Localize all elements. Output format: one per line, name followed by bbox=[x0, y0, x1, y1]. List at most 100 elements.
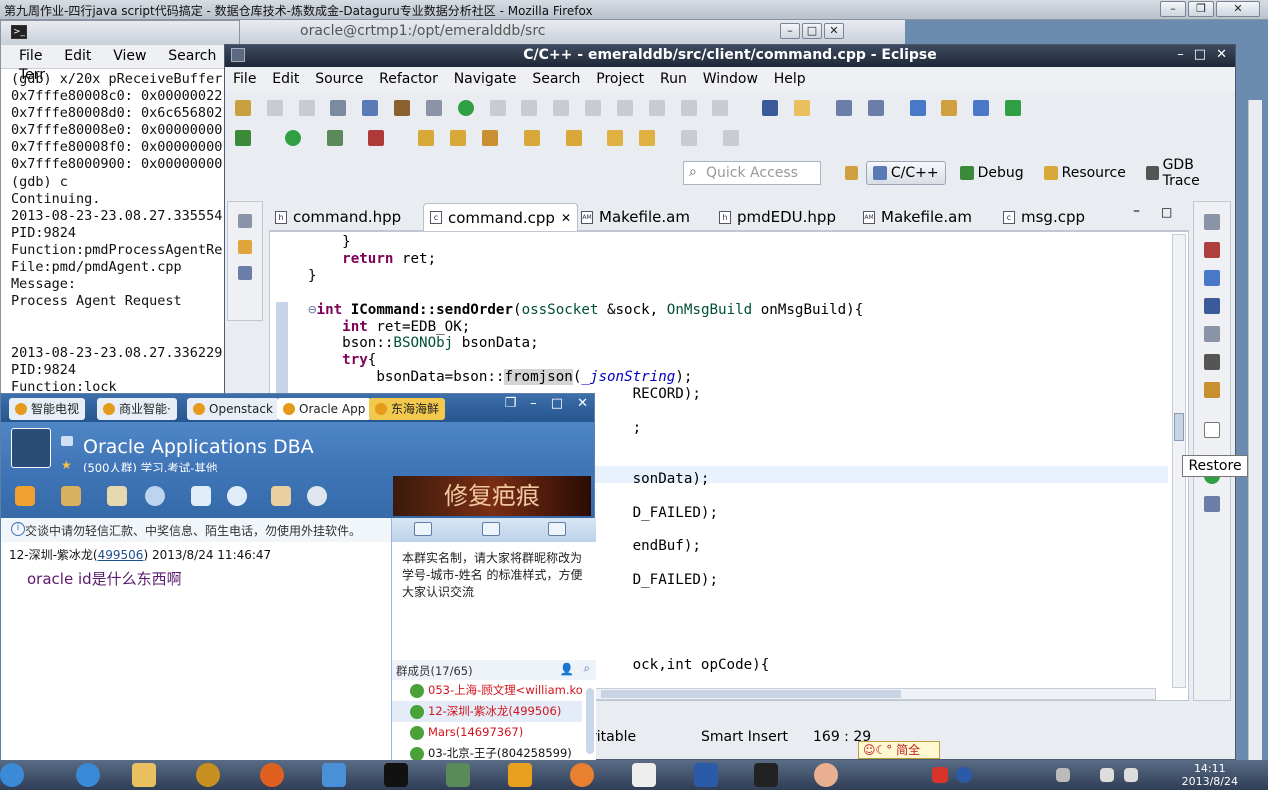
sidebar-tab-list-icon[interactable] bbox=[482, 522, 500, 536]
terminal-taskbar-icon[interactable] bbox=[754, 763, 778, 787]
group-avatar[interactable] bbox=[11, 428, 51, 468]
sidebar-tab-members-icon[interactable] bbox=[414, 522, 432, 536]
restore-icon[interactable]: ❐ bbox=[1188, 1, 1214, 17]
word-icon[interactable] bbox=[694, 763, 718, 787]
qq-restore-icon[interactable]: ❐ bbox=[505, 396, 517, 411]
group-files-icon[interactable] bbox=[61, 486, 81, 506]
member-search-icon[interactable]: ⌕ bbox=[584, 661, 590, 676]
build-hammer-icon[interactable] bbox=[394, 100, 411, 116]
menu-project[interactable]: Project bbox=[596, 71, 644, 87]
open-project-icon[interactable] bbox=[450, 130, 467, 146]
maximize-editor-icon[interactable]: □ bbox=[1161, 205, 1172, 219]
member-item[interactable]: 12-深圳-紫冰龙(499506) bbox=[392, 701, 582, 722]
minimize-icon[interactable]: – bbox=[1160, 1, 1186, 17]
eclipse-minimize-icon[interactable]: – bbox=[1177, 47, 1184, 62]
tab-msg-cpp[interactable]: c msg.cpp bbox=[997, 203, 1091, 231]
open-folder-icon[interactable] bbox=[418, 130, 435, 146]
network-icon[interactable] bbox=[1056, 768, 1070, 782]
instruction-step-icon[interactable] bbox=[712, 100, 729, 116]
ie-icon[interactable] bbox=[76, 763, 100, 787]
outlook-icon[interactable] bbox=[508, 763, 532, 787]
group-activity-icon[interactable] bbox=[191, 486, 211, 506]
step-over-icon[interactable] bbox=[648, 100, 665, 116]
group-home-icon[interactable] bbox=[15, 486, 35, 506]
prev-annotation-icon[interactable] bbox=[565, 130, 582, 146]
tab-command-hpp[interactable]: h command.hpp bbox=[269, 203, 407, 231]
perspective-resource[interactable]: Resource bbox=[1038, 162, 1132, 184]
save-icon[interactable] bbox=[266, 100, 283, 116]
save-all-icon[interactable] bbox=[298, 100, 315, 116]
run-icon[interactable] bbox=[457, 100, 474, 116]
editor-scroll-thumb[interactable] bbox=[1174, 413, 1184, 441]
tab-pmdedu-hpp[interactable]: h pmdEDU.hpp bbox=[713, 203, 842, 231]
menu-file[interactable]: File bbox=[233, 71, 256, 87]
member-list-scrollbar[interactable] bbox=[586, 688, 594, 754]
console-icon[interactable] bbox=[1204, 298, 1220, 314]
system-clock[interactable]: 14:11 2013/8/24 bbox=[1182, 762, 1238, 788]
terminal-maximize-icon[interactable]: □ bbox=[802, 23, 822, 39]
explorer-icon[interactable] bbox=[132, 763, 156, 787]
print-icon[interactable] bbox=[330, 100, 347, 116]
add-member-icon[interactable]: 👤 bbox=[560, 662, 574, 676]
terminal-close-icon[interactable]: ✕ bbox=[824, 23, 844, 39]
run-green-icon[interactable] bbox=[284, 130, 301, 146]
step-into-icon[interactable] bbox=[616, 100, 633, 116]
member-item[interactable]: 053-上海-顾文理<william.ko... bbox=[392, 680, 582, 701]
forward-arrow-icon[interactable] bbox=[681, 130, 698, 146]
new-icon[interactable] bbox=[235, 100, 251, 116]
volume-icon[interactable] bbox=[1100, 768, 1114, 782]
paragraph-icon[interactable] bbox=[867, 100, 884, 116]
tab-makefile-am-1[interactable]: AM Makefile.am bbox=[575, 203, 696, 231]
run-config-icon[interactable] bbox=[326, 130, 343, 146]
terminate-icon[interactable] bbox=[553, 100, 570, 116]
qq-minimize-icon[interactable]: – bbox=[530, 396, 537, 411]
member-item[interactable]: Mars(14697367) bbox=[392, 722, 582, 743]
restore-right-icon[interactable] bbox=[1204, 214, 1220, 230]
outline-icon[interactable] bbox=[1204, 242, 1220, 258]
chat-message-area[interactable]: 12-深圳-紫冰龙(499506) 2013/8/24 11:46:47 ora… bbox=[1, 542, 391, 761]
qq-tab-bi[interactable]: 商业智能· bbox=[97, 398, 177, 420]
firefox-icon[interactable] bbox=[260, 763, 284, 787]
menu-run[interactable]: Run bbox=[660, 71, 687, 87]
perspective-debug[interactable]: Debug bbox=[954, 162, 1030, 184]
terminal-output[interactable]: (gdb) x/20x pReceiveBuffer 0x7fffe80008c0… bbox=[11, 71, 222, 396]
tab-makefile-am-2[interactable]: AM Makefile.am bbox=[857, 203, 978, 231]
skip-breakpoints-icon[interactable] bbox=[762, 100, 779, 116]
qq-maximize-icon[interactable]: □ bbox=[551, 396, 563, 411]
advertisement-banner[interactable]: 修复疤痕 bbox=[393, 476, 591, 516]
perspective-gdb-trace[interactable]: GDB Trace bbox=[1140, 154, 1235, 192]
menu-window[interactable]: Window bbox=[703, 71, 758, 87]
new-class-icon[interactable] bbox=[909, 100, 926, 116]
debug-icon[interactable] bbox=[235, 130, 251, 146]
back-icon[interactable] bbox=[607, 130, 624, 146]
menu-help[interactable]: Help bbox=[774, 71, 806, 87]
menu-edit[interactable]: Edit bbox=[272, 71, 299, 87]
qq-tab-openstack[interactable]: Openstack bbox=[187, 398, 279, 420]
disconnect-icon[interactable] bbox=[585, 100, 602, 116]
next-annotation-icon[interactable] bbox=[523, 130, 540, 146]
sidebar-tab-windows-icon[interactable] bbox=[548, 522, 566, 536]
build-config-icon[interactable] bbox=[425, 100, 442, 116]
pin-editor-icon[interactable] bbox=[722, 130, 739, 146]
qq-tab-smart-tv[interactable]: 智能电视 bbox=[9, 398, 86, 420]
sender-id-link[interactable]: 499506 bbox=[98, 548, 144, 562]
qq-tab-seafood[interactable]: 东海海鲜 bbox=[369, 398, 446, 420]
group-video-icon[interactable] bbox=[227, 486, 247, 506]
resume-icon[interactable] bbox=[489, 100, 506, 116]
group-album-icon[interactable] bbox=[107, 486, 127, 506]
terminal-menu-search[interactable]: Search bbox=[168, 48, 216, 64]
help-icon[interactable] bbox=[956, 767, 972, 783]
ultraedit-icon[interactable] bbox=[196, 763, 220, 787]
terminal-menu-file[interactable]: File bbox=[19, 48, 42, 64]
quick-access-input[interactable]: Quick Access bbox=[683, 161, 821, 185]
step-return-icon[interactable] bbox=[680, 100, 697, 116]
calendar-icon[interactable] bbox=[632, 763, 656, 787]
project-explorer-icon[interactable] bbox=[238, 240, 252, 254]
menu-refactor[interactable]: Refactor bbox=[379, 71, 438, 87]
tray-app-icon[interactable] bbox=[932, 767, 948, 783]
qq-icon[interactable] bbox=[814, 763, 838, 787]
eclipse-close-icon[interactable]: ✕ bbox=[1216, 47, 1227, 62]
control-panel-icon[interactable] bbox=[322, 763, 346, 787]
group-gear-icon[interactable] bbox=[307, 486, 327, 506]
properties-icon[interactable] bbox=[1204, 326, 1220, 342]
